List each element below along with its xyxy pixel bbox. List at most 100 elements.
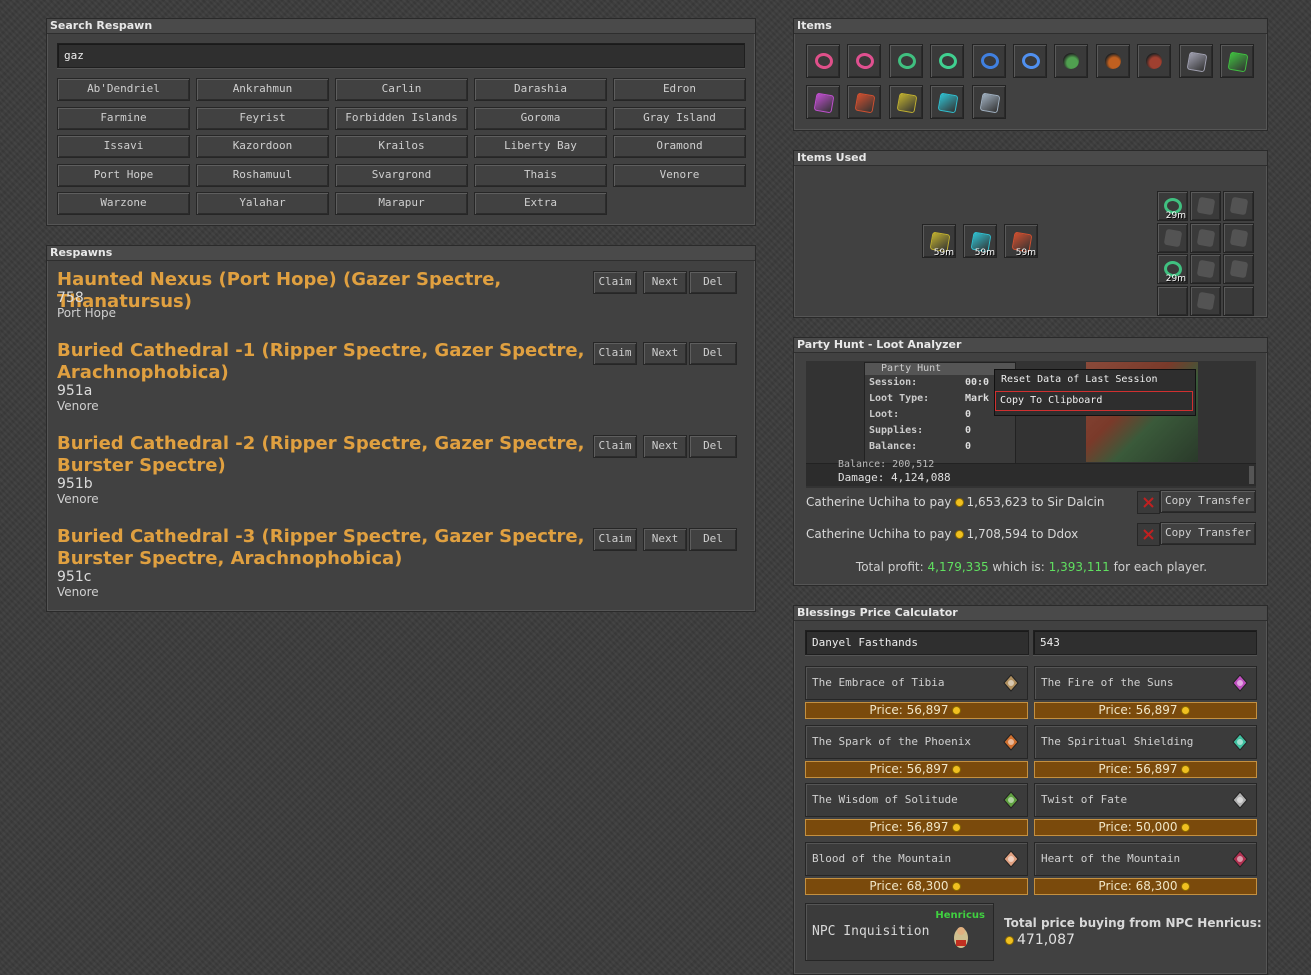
item-slot[interactable] (847, 85, 882, 119)
blessing-item[interactable]: The Fire of the Suns (1034, 666, 1257, 700)
city-button[interactable]: Extra (474, 192, 607, 216)
item-slot[interactable] (1220, 44, 1254, 78)
equipment-slot[interactable] (1190, 285, 1221, 316)
next-button[interactable]: Next (643, 528, 687, 551)
city-button[interactable]: Ankrahmun (196, 78, 329, 101)
cancel-transfer-icon[interactable] (1137, 491, 1160, 514)
equipment-slot[interactable] (1223, 254, 1254, 284)
city-button[interactable]: Krailos (335, 135, 468, 159)
blessing-item[interactable]: The Embrace of Tibia (805, 666, 1028, 700)
city-button[interactable]: Marapur (335, 192, 468, 216)
next-button[interactable]: Next (643, 342, 687, 365)
city-button[interactable]: Gray Island (613, 106, 746, 130)
del-button[interactable]: Del (689, 435, 737, 458)
city-button[interactable]: Oramond (613, 135, 746, 159)
item-slot[interactable] (971, 44, 1006, 78)
item-slot[interactable] (847, 44, 882, 78)
equipment-slot[interactable] (1190, 222, 1221, 253)
equipment-slot[interactable] (1223, 222, 1254, 253)
blessing-item[interactable]: Twist of Fate (1034, 783, 1257, 818)
equipment-slot[interactable] (1157, 222, 1188, 253)
city-button[interactable]: Farmine (57, 106, 190, 130)
search-input[interactable]: gaz (57, 43, 745, 68)
phoenix-icon (1001, 732, 1021, 752)
level-input[interactable]: 543 (1033, 630, 1257, 655)
item-slot[interactable] (1013, 44, 1047, 78)
equipment-slot[interactable]: 29m (1157, 191, 1188, 221)
city-button[interactable]: Goroma (474, 106, 607, 130)
cancel-transfer-icon[interactable] (1137, 523, 1160, 546)
city-button[interactable]: Forbidden Islands (335, 106, 468, 130)
blessing-item[interactable]: The Wisdom of Solitude (805, 783, 1028, 818)
del-button[interactable]: Del (689, 342, 737, 365)
item-slot[interactable] (971, 85, 1006, 119)
respawn-title[interactable]: Haunted Nexus (Port Hope) (Gazer Spectre… (57, 269, 587, 313)
city-button[interactable]: Venore (613, 163, 746, 187)
blessing-item[interactable]: The Spiritual Shielding (1034, 724, 1257, 759)
city-button[interactable]: Port Hope (57, 163, 190, 187)
city-button[interactable]: Darashia (474, 78, 607, 101)
item-slot[interactable] (806, 44, 840, 78)
del-button[interactable]: Del (689, 528, 737, 551)
respawn-title[interactable]: Buried Cathedral -2 (Ripper Spectre, Gaz… (57, 433, 587, 477)
equipment-slot[interactable] (1157, 285, 1188, 316)
equipment-slot[interactable] (1223, 191, 1254, 221)
blessing-item[interactable]: Blood of the Mountain (805, 841, 1028, 876)
copy-transfer-button[interactable]: Copy Transfer (1160, 522, 1256, 545)
item-slot[interactable] (1178, 44, 1213, 78)
scrollbar[interactable] (1249, 466, 1254, 484)
item-slot[interactable] (1054, 44, 1089, 78)
del-button[interactable]: Del (689, 271, 737, 294)
equipment-slot[interactable]: 29m (1157, 254, 1188, 284)
city-button[interactable]: Warzone (57, 192, 190, 216)
city-button[interactable]: Thais (474, 163, 607, 187)
gold-coin-icon (1005, 935, 1014, 945)
used-item-slot[interactable]: 59m (1004, 224, 1038, 258)
blessing-item[interactable]: The Spark of the Phoenix (805, 724, 1028, 759)
city-button[interactable]: Kazordoon (196, 135, 329, 159)
used-item-slot[interactable]: 59m (963, 224, 997, 258)
npc-inquisition-box[interactable]: NPC Inquisition Henricus (805, 903, 994, 961)
city-button[interactable]: Svargrond (335, 163, 468, 187)
respawn-title[interactable]: Buried Cathedral -1 (Ripper Spectre, Gaz… (57, 340, 587, 384)
blessing-item[interactable]: Heart of the Mountain (1034, 841, 1257, 876)
menu-copy-clipboard-highlight[interactable]: Copy To Clipboard (995, 391, 1193, 411)
used-item-slot[interactable]: 59m (922, 224, 956, 258)
city-button[interactable]: Carlin (335, 78, 468, 101)
claim-button[interactable]: Claim (593, 342, 637, 365)
item-slot[interactable] (930, 44, 965, 78)
city-button[interactable]: Liberty Bay (474, 135, 607, 159)
respawn-title[interactable]: Buried Cathedral -3 (Ripper Spectre, Gaz… (57, 526, 587, 570)
city-button[interactable]: Feyrist (196, 106, 329, 130)
next-button[interactable]: Next (643, 271, 687, 294)
item-slot[interactable] (1137, 44, 1172, 78)
city-button[interactable]: Ab'Dendriel (57, 78, 190, 101)
menu-reset-session[interactable]: Reset Data of Last Session (1001, 374, 1158, 385)
city-button[interactable]: Issavi (57, 135, 190, 159)
respawn-city: Venore (57, 399, 99, 413)
item-slot[interactable] (1095, 44, 1130, 78)
item-slot[interactable] (930, 85, 965, 119)
next-button[interactable]: Next (643, 435, 687, 458)
item-slot[interactable] (888, 44, 923, 78)
respawn-code: 951a (57, 383, 93, 399)
claim-button[interactable]: Claim (593, 271, 637, 294)
item-slot[interactable] (806, 85, 840, 119)
price-prefix: Price: (1098, 703, 1132, 717)
copy-transfer-button[interactable]: Copy Transfer (1160, 490, 1256, 513)
equipment-slot[interactable] (1190, 254, 1221, 284)
city-button[interactable]: Edron (613, 78, 746, 101)
item-slot[interactable] (888, 85, 923, 119)
blessing-name: The Wisdom of Solitude (812, 793, 958, 807)
claim-button[interactable]: Claim (593, 528, 637, 551)
price-prefix: Price: (869, 761, 903, 776)
city-button[interactable]: Roshamuul (196, 163, 329, 187)
equipment-slot[interactable] (1223, 285, 1254, 316)
equipment-slot[interactable] (1190, 191, 1221, 221)
price-value: 56,897 (1135, 761, 1178, 776)
city-button[interactable]: Yalahar (196, 192, 329, 216)
ring-pink-glow-icon (855, 51, 876, 71)
claim-button[interactable]: Claim (593, 435, 637, 458)
character-name-input[interactable]: Danyel Fasthands (805, 630, 1029, 655)
transfer-to: to Sir Dalcin (1031, 495, 1105, 509)
